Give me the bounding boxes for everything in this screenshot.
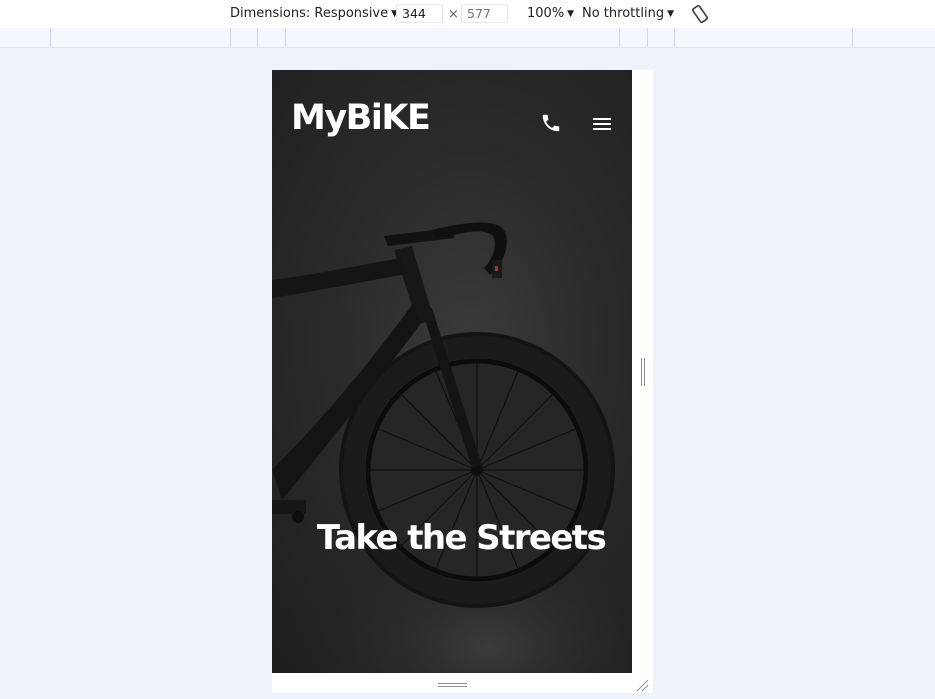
viewport-width-input[interactable]	[396, 4, 443, 23]
viewport-height-input[interactable]	[461, 4, 508, 23]
media-query-marker[interactable]	[852, 28, 853, 47]
device-toolbar: Dimensions: Responsive▼ × 100%▼ No throt…	[0, 0, 935, 28]
media-query-marker[interactable]	[230, 28, 231, 47]
rotate-device-icon[interactable]	[689, 3, 711, 25]
times-symbol: ×	[448, 7, 459, 22]
media-query-bar	[0, 28, 935, 48]
dimensions-label: Dimensions: Responsive	[230, 6, 389, 21]
bicycle-hero-image	[272, 222, 632, 673]
media-query-marker[interactable]	[647, 28, 648, 47]
mobile-page-hero: MyBiKE Take the Streets	[272, 70, 632, 673]
resize-handle-bottom[interactable]	[438, 682, 467, 688]
dropdown-caret-icon: ▼	[667, 9, 674, 19]
hamburger-menu-icon[interactable]	[591, 114, 613, 134]
resize-corner-icon[interactable]	[636, 677, 649, 692]
dropdown-caret-icon: ▼	[567, 9, 575, 19]
zoom-label: 100%	[527, 6, 565, 21]
media-query-marker[interactable]	[674, 28, 675, 47]
site-header: MyBiKE	[272, 70, 632, 160]
media-query-marker[interactable]	[50, 28, 51, 47]
phone-icon[interactable]	[540, 112, 562, 134]
media-query-marker[interactable]	[619, 28, 620, 47]
site-logo[interactable]: MyBiKE	[291, 96, 431, 140]
zoom-dropdown[interactable]: 100% ▼	[527, 5, 574, 23]
hero-title: Take the Streets	[316, 518, 607, 558]
throttling-dropdown[interactable]: No throttling ▼	[582, 5, 674, 23]
dimensions-dropdown[interactable]: Dimensions: Responsive ▼	[230, 5, 398, 23]
media-query-marker[interactable]	[257, 28, 258, 47]
throttling-label: No throttling	[582, 6, 665, 21]
resize-handle-right[interactable]	[640, 358, 646, 386]
media-query-marker[interactable]	[285, 28, 286, 47]
